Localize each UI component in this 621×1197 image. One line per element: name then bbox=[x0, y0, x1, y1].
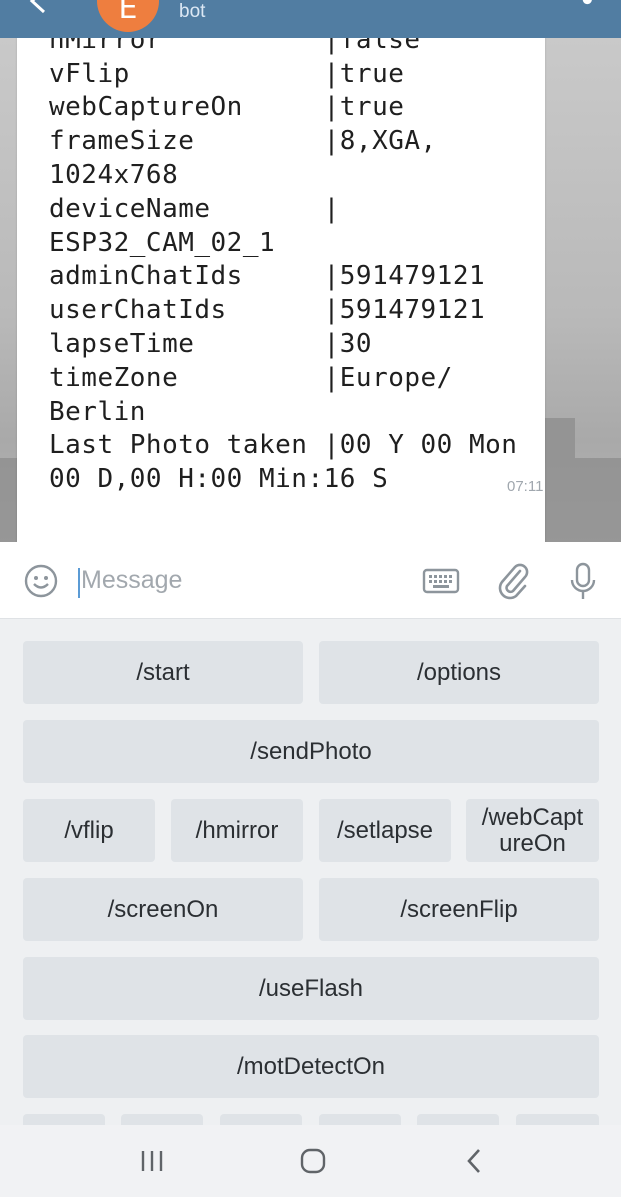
avatar[interactable]: E bbox=[97, 0, 159, 32]
start-button[interactable]: /start bbox=[23, 641, 303, 704]
keyboard-button-partial[interactable] bbox=[319, 1114, 401, 1125]
keyboard-button-partial[interactable] bbox=[516, 1114, 599, 1125]
message-input-bar: Message bbox=[0, 542, 621, 619]
chat-header: E bot • bbox=[0, 0, 621, 38]
message-text: motDetectOn |false hMirror |false vFlip … bbox=[49, 38, 518, 495]
keyboard-button-partial[interactable] bbox=[220, 1114, 302, 1125]
back-arrow-icon[interactable] bbox=[26, 0, 48, 22]
microphone-icon[interactable] bbox=[568, 562, 598, 606]
chat-subtitle: bot bbox=[179, 1, 206, 22]
message-bubble[interactable]: motDetectOn |false hMirror |false vFlip … bbox=[17, 38, 545, 542]
use-flash-button[interactable]: /useFlash bbox=[23, 957, 599, 1020]
web-capture-on-button[interactable]: /webCapt ureOn bbox=[466, 799, 599, 862]
system-nav-bar bbox=[0, 1125, 621, 1197]
smile-icon[interactable] bbox=[24, 564, 58, 602]
keyboard-button-partial[interactable] bbox=[121, 1114, 203, 1125]
background-building bbox=[0, 458, 17, 542]
home-icon[interactable] bbox=[299, 1147, 327, 1179]
options-button[interactable]: /options bbox=[319, 641, 599, 704]
keyboard-icon[interactable] bbox=[422, 567, 460, 599]
more-menu-icon[interactable]: • bbox=[579, 0, 596, 14]
hmirror-button[interactable]: /hmirror bbox=[171, 799, 303, 862]
bot-keyboard: /start /options /sendPhoto /vflip /hmirr… bbox=[0, 619, 621, 1125]
screen-on-button[interactable]: /screenOn bbox=[23, 878, 303, 941]
back-icon[interactable] bbox=[464, 1147, 484, 1179]
message-input[interactable]: Message bbox=[81, 566, 182, 595]
keyboard-button-partial[interactable] bbox=[417, 1114, 499, 1125]
screen-flip-button[interactable]: /screenFlip bbox=[319, 878, 599, 941]
keyboard-button-partial[interactable] bbox=[23, 1114, 105, 1125]
chat-background: motDetectOn |false hMirror |false vFlip … bbox=[0, 38, 621, 542]
setlapse-button[interactable]: /setlapse bbox=[319, 799, 451, 862]
send-photo-button[interactable]: /sendPhoto bbox=[23, 720, 599, 783]
message-time: 07:11 bbox=[507, 478, 544, 495]
vflip-button[interactable]: /vflip bbox=[23, 799, 155, 862]
recents-icon[interactable] bbox=[140, 1148, 166, 1178]
background-building bbox=[575, 458, 621, 542]
mot-detect-on-button[interactable]: /motDetectOn bbox=[23, 1035, 599, 1098]
text-cursor bbox=[78, 568, 80, 598]
paperclip-icon[interactable] bbox=[496, 562, 530, 604]
